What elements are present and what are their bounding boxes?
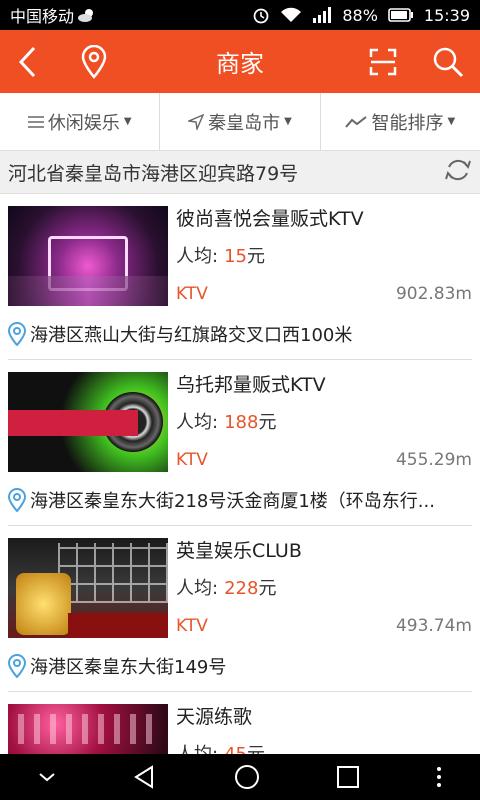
merchant-photo [8,372,168,472]
filter-sort-label: 智能排序 [371,112,444,134]
category-tag: KTV [176,284,208,304]
search-icon [433,47,464,77]
filter-bar: 休闲娱乐 ▼ 秦皇岛市 ▼ 智能排序 ▼ [0,93,480,151]
merchant-name: 乌托邦量贩式KTV [176,374,326,396]
price-unit: 元 [258,578,277,599]
carrier-group: 中国移动 [10,3,96,27]
merchant-address: 海港区秦皇东大街149号 [30,656,227,678]
weather-icon [78,9,94,22]
refresh-icon [445,159,471,180]
merchant-info: 彼尚喜悦会量贩式KTV 人均: 15元 KTV 902.83m [168,206,472,308]
more-vertical-icon[interactable] [435,766,443,788]
app-bar: 商家 [0,30,480,93]
merchant-name: 天源练歌 [176,706,253,728]
average-price: 人均: 228元 [176,574,472,600]
battery-icon [388,8,413,22]
carrier-name: 中国移动 [10,7,75,26]
merchant-info: 乌托邦量贩式KTV 人均: 188元 KTV 455.29m [168,372,472,474]
merchant-name: 英皇娱乐CLUB [176,540,302,562]
merchant-address: 海港区秦皇东大街218号沃金商厦1楼（环岛东行... [30,490,435,512]
current-location-bar: 河北省秦皇岛市海港区迎宾路79号 [0,151,480,194]
list-icon [27,115,44,128]
price-value: 15 [224,246,247,267]
filter-category[interactable]: 休闲娱乐 ▼ [0,93,161,150]
merchant-address-row: 海港区秦皇东大街218号沃金商厦1楼（环岛东行... [8,474,472,526]
back-triangle-icon[interactable] [132,764,158,790]
location-pin-icon [81,44,107,79]
category-tag: KTV [176,616,208,636]
navigation-arrow-icon [188,113,205,130]
average-price: 人均: 15元 [176,242,472,268]
dropdown-caret-icon: ▼ [447,116,456,127]
price-unit: 元 [258,412,277,433]
clock: 15:39 [423,5,470,25]
scan-button[interactable] [355,30,411,93]
list-item[interactable]: 彼尚喜悦会量贩式KTV 人均: 15元 KTV 902.83m 海港区燕山大街与红… [0,194,480,360]
list-item[interactable]: 英皇娱乐CLUB 人均: 228元 KTV 493.74m 海港区秦皇东大街149… [0,526,480,692]
signal-icon [313,7,332,23]
wifi-icon [281,7,302,22]
location-button[interactable] [66,30,122,93]
map-pin-icon [8,653,26,678]
filter-category-label: 休闲娱乐 [47,112,120,134]
average-label: 人均: [176,578,219,599]
map-pin-icon [8,321,26,346]
map-pin-icon [8,487,26,512]
average-label: 人均: [176,246,219,267]
list-item[interactable]: 乌托邦量贩式KTV 人均: 188元 KTV 455.29m 海港区秦皇东大街21… [0,360,480,526]
status-bar: 中国移动 88% 15:39 [0,0,480,30]
back-button[interactable] [0,30,56,93]
merchant-list: 彼尚喜悦会量贩式KTV 人均: 15元 KTV 902.83m 海港区燕山大街与红… [0,194,480,800]
trend-icon [345,115,368,128]
category-tag: KTV [176,450,208,470]
filter-city[interactable]: 秦皇岛市 ▼ [160,93,321,150]
back-icon [18,46,36,77]
system-nav-bar [0,754,480,800]
merchant-info: 英皇娱乐CLUB 人均: 228元 KTV 493.74m [168,538,472,640]
distance: 455.29m [395,450,472,470]
price-value: 188 [224,412,259,433]
status-right: 88% 15:39 [252,6,470,25]
alarm-icon [253,8,269,24]
distance: 493.74m [395,616,472,636]
scan-icon [369,48,397,75]
merchant-address-row: 海港区燕山大街与红旗路交叉口西100米 [8,308,472,360]
price-value: 228 [224,578,259,599]
price-unit: 元 [246,246,265,267]
battery-percent: 88% [342,5,378,25]
average-label: 人均: [176,412,219,433]
recents-square-icon[interactable] [336,765,360,789]
distance: 902.83m [395,284,472,304]
merchant-photo [8,538,168,638]
dropdown-caret-icon: ▼ [123,116,132,127]
chevron-down-icon[interactable] [37,770,57,784]
merchant-address: 海港区燕山大街与红旗路交叉口西100米 [30,324,353,346]
filter-city-label: 秦皇岛市 [208,112,281,134]
merchant-photo [8,206,168,306]
search-button[interactable] [420,30,476,93]
current-address: 河北省秦皇岛市海港区迎宾路79号 [8,162,299,185]
merchant-name: 彼尚喜悦会量贩式KTV [176,208,364,230]
home-circle-icon[interactable] [233,763,261,791]
average-price: 人均: 188元 [176,408,472,434]
filter-sort[interactable]: 智能排序 ▼ [321,93,480,150]
merchant-address-row: 海港区秦皇东大街149号 [8,640,472,692]
dropdown-caret-icon: ▼ [284,116,292,127]
refresh-location-button[interactable] [444,157,472,188]
